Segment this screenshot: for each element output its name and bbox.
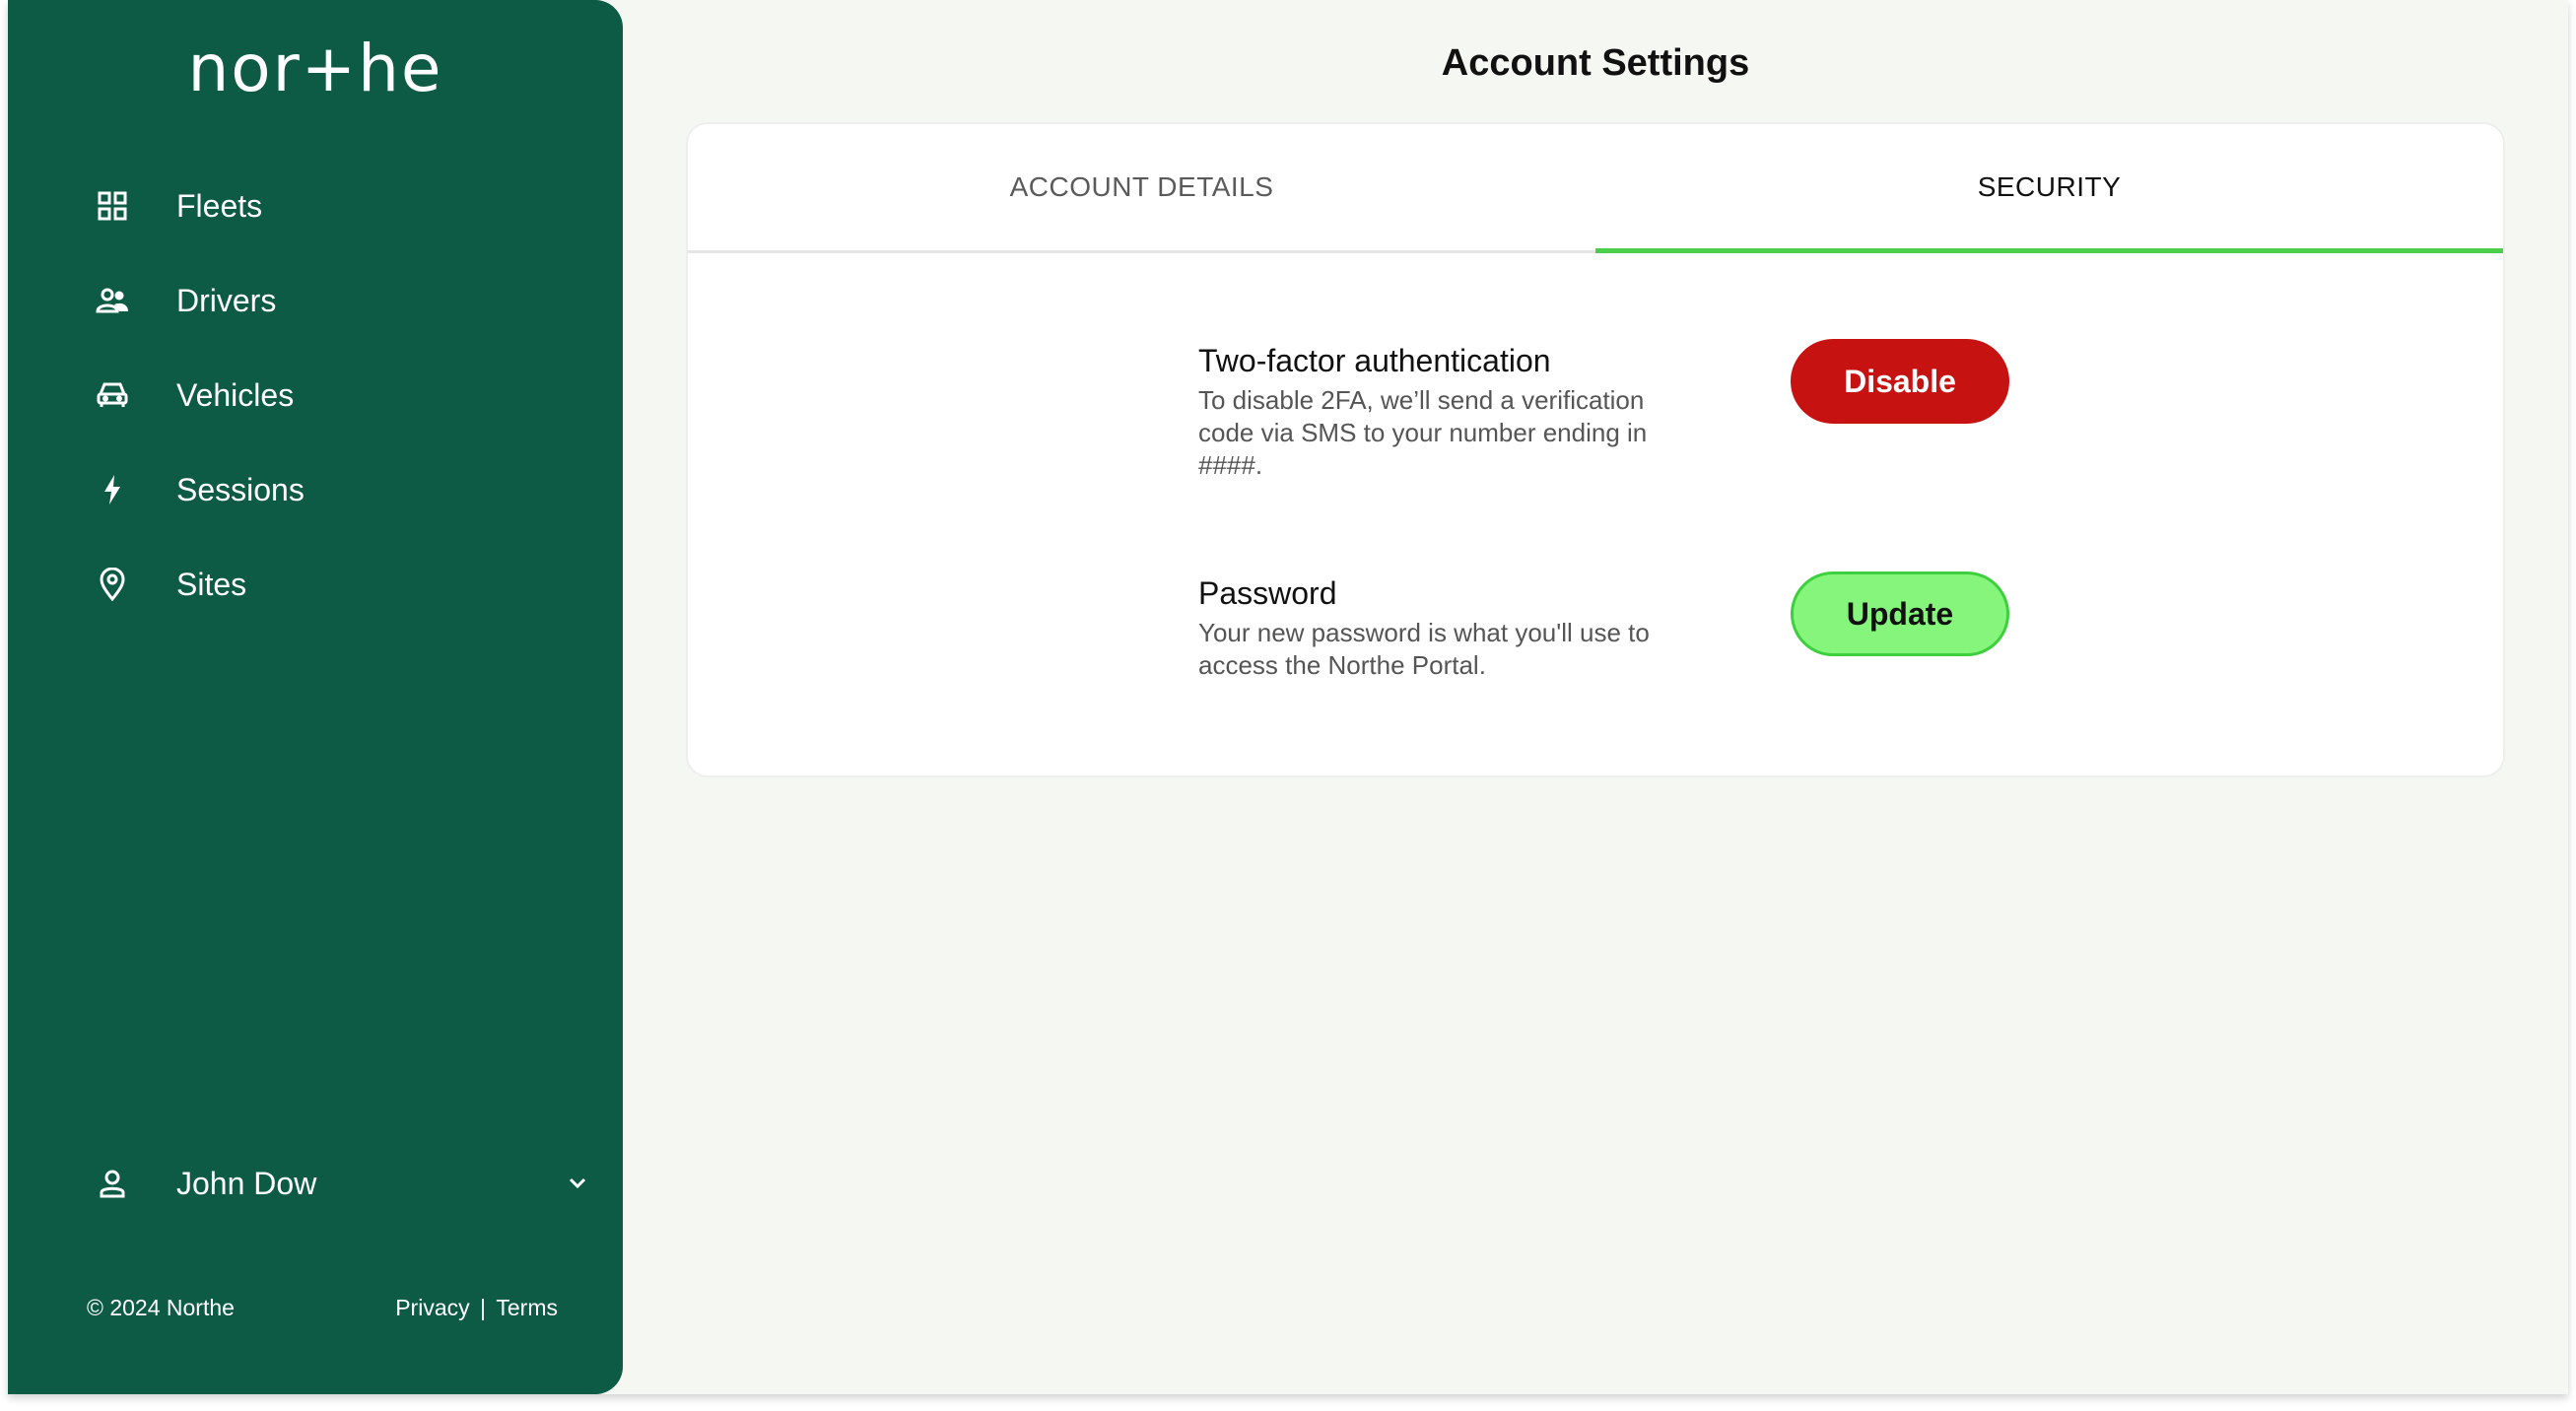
sidebar-item-vehicles[interactable]: Vehicles <box>85 361 548 430</box>
sidebar-item-label: Vehicles <box>176 377 295 413</box>
sidebar-item-label: Fleets <box>176 188 263 224</box>
link-separator: | <box>480 1295 486 1320</box>
password-description: Your new password is what you'll use to … <box>1198 618 1650 680</box>
settings-card: ACCOUNT DETAILS SECURITY Two-factor auth… <box>686 122 2505 777</box>
car-icon <box>85 368 140 423</box>
user-icon <box>85 1156 140 1211</box>
sidebar-footer: © 2024 Northe Privacy | Terms <box>87 1293 560 1322</box>
sidebar-item-sites[interactable]: Sites <box>85 550 548 619</box>
footer-links: Privacy | Terms <box>393 1293 560 1322</box>
sidebar-item-label: Drivers <box>176 283 277 318</box>
sidebar-item-label: Sites <box>176 567 247 602</box>
user-name: John Dow <box>176 1166 317 1201</box>
tab-account-details[interactable]: ACCOUNT DETAILS <box>688 124 1595 250</box>
user-menu[interactable]: John Dow <box>85 1149 597 1218</box>
page-title: Account Settings <box>1441 42 1750 84</box>
sidebar-item-sessions[interactable]: Sessions <box>85 455 548 524</box>
northe-logo[interactable]: nor+he <box>8 30 623 108</box>
sidebar-item-drivers[interactable]: Drivers <box>85 266 548 335</box>
tab-security[interactable]: SECURITY <box>1595 124 2503 253</box>
users-icon <box>85 273 140 328</box>
app-window: nor+he Fleets Drivers Vehicles Sessions … <box>8 0 2568 1394</box>
terms-link[interactable]: Terms <box>496 1295 558 1320</box>
copyright-text: © 2024 Northe <box>87 1295 235 1320</box>
lightning-icon <box>85 462 140 517</box>
update-password-button[interactable]: Update <box>1791 571 2009 656</box>
sidebar: nor+he Fleets Drivers Vehicles Sessions … <box>8 0 623 1394</box>
chevron-down-icon[interactable] <box>558 1164 597 1203</box>
disable-2fa-button[interactable]: Disable <box>1791 339 2009 424</box>
grid-icon <box>85 178 140 234</box>
sidebar-item-fleets[interactable]: Fleets <box>85 171 548 240</box>
two-factor-description: To disable 2FA, we’ll send a verificatio… <box>1198 385 1648 480</box>
privacy-link[interactable]: Privacy <box>395 1295 469 1320</box>
sidebar-item-label: Sessions <box>176 472 305 507</box>
map-pin-icon <box>85 557 140 612</box>
tab-bar: ACCOUNT DETAILS SECURITY <box>688 124 2503 253</box>
